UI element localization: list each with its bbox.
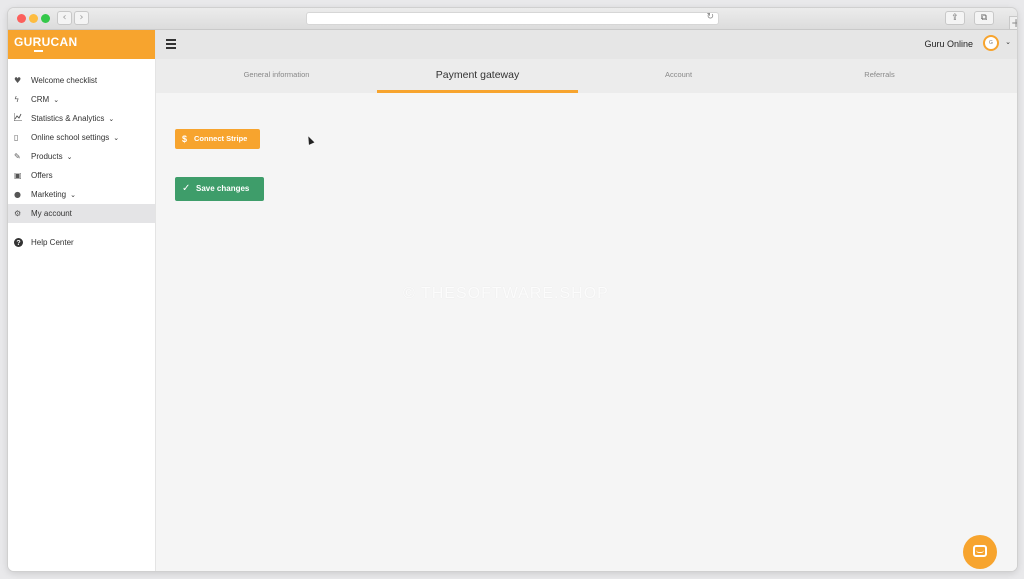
watermark: © THESOFTWARE.SHOP [403,285,609,302]
video-icon: ▣ [14,171,22,180]
sidebar-item-welcome-checklist[interactable]: ♥ Welcome checklist [8,71,155,90]
forward-button[interactable]: › [74,11,89,25]
chevron-down-icon: ⌄ [113,134,120,142]
logo-text-guru: GURU [14,35,51,49]
avatar[interactable]: G [983,35,999,51]
gear-icon: ⚙ [14,209,22,218]
sidebar-item-statistics[interactable]: Statistics & Analytics ⌄ [8,109,155,128]
sidebar-item-help-center[interactable]: ? Help Center [8,233,155,252]
sidebar-menu: ♥ Welcome checklist ϟ CRM ⌄ Statistics & … [8,59,155,252]
minimize-window-button[interactable] [29,14,38,23]
sidebar-item-label: Welcome checklist [31,76,98,85]
sidebar-item-label: Help Center [31,238,74,247]
chat-widget-button[interactable] [963,535,997,569]
browser-titlebar: ‹ › ↻ ⇪ ⧉ + [8,8,1017,30]
user-name[interactable]: Guru Online [924,39,973,49]
sidebar-item-label: Products [31,152,63,161]
tab-payment-gateway[interactable]: Payment gateway [377,59,578,93]
sidebar-item-offers[interactable]: ▣ Offers [8,166,155,185]
logo-underline [34,50,43,52]
sidebar-item-label: Statistics & Analytics [31,114,105,123]
check-icon: ✓ [182,183,191,194]
share-button[interactable]: ⇪ [945,11,965,25]
sidebar-item-label: CRM [31,95,50,104]
dollar-icon: $ [182,134,188,144]
connect-stripe-label: Connect Stripe [194,134,248,143]
back-button[interactable]: ‹ [57,11,72,25]
tabs-overview-button[interactable]: ⧉ [974,11,994,25]
sidebar: GURUCAN ♥ Welcome checklist ϟ CRM ⌄ Stati… [8,30,156,571]
new-tab-button[interactable]: + [1009,16,1017,30]
connect-stripe-button[interactable]: $ Connect Stripe [175,129,260,149]
chevron-down-icon: ⌄ [108,115,115,123]
top-bar: Guru Online G ⌄ [156,30,1017,59]
sidebar-item-label: Marketing [31,190,67,199]
address-bar[interactable]: ↻ [306,12,719,25]
tab-general-information[interactable]: General information [176,59,377,93]
question-icon: ? [14,233,23,254]
reload-icon[interactable]: ↻ [706,12,714,22]
account-tabs: General information Payment gateway Acco… [156,59,1017,93]
chart-icon [13,109,22,128]
sidebar-item-marketing[interactable]: ● Marketing ⌄ [8,185,155,204]
sidebar-item-crm[interactable]: ϟ CRM ⌄ [8,90,155,109]
sidebar-item-label: Offers [31,171,53,180]
save-changes-button[interactable]: ✓ Save changes [175,177,264,201]
chevron-down-icon: ⌄ [53,96,60,104]
browser-window: ‹ › ↻ ⇪ ⧉ + GURUCAN ♥ Welcome checklist … [8,8,1017,571]
tab-account[interactable]: Account [578,59,779,93]
heart-icon: ♥ [14,76,22,85]
sidebar-item-products[interactable]: ✎ Products ⌄ [8,147,155,166]
sidebar-item-my-account[interactable]: ⚙ My account [8,204,155,223]
sidebar-item-label: My account [31,209,72,218]
bolt-icon: ϟ [14,95,20,104]
gurucan-logo[interactable]: GURUCAN [8,30,155,59]
main-content: $ Connect Stripe ✓ Save changes © THESOF… [156,93,1017,571]
mouse-cursor [305,135,315,145]
close-window-button[interactable] [17,14,26,23]
pencil-icon: ✎ [14,152,21,161]
chevron-down-icon[interactable]: ⌄ [1005,38,1011,46]
chevron-down-icon: ⌄ [66,153,73,161]
save-changes-label: Save changes [196,184,250,193]
maximize-window-button[interactable] [41,14,50,23]
hamburger-menu-icon[interactable] [166,39,176,49]
sidebar-item-online-school-settings[interactable]: ▯ Online school settings ⌄ [8,128,155,147]
logo-text-can: CAN [50,35,78,49]
tab-referrals[interactable]: Referrals [779,59,980,93]
phone-icon: ▯ [14,133,19,142]
sidebar-item-label: Online school settings [31,133,110,142]
comment-icon: ● [14,190,21,199]
chevron-down-icon: ⌄ [70,191,76,199]
svg-text:?: ? [16,240,20,247]
